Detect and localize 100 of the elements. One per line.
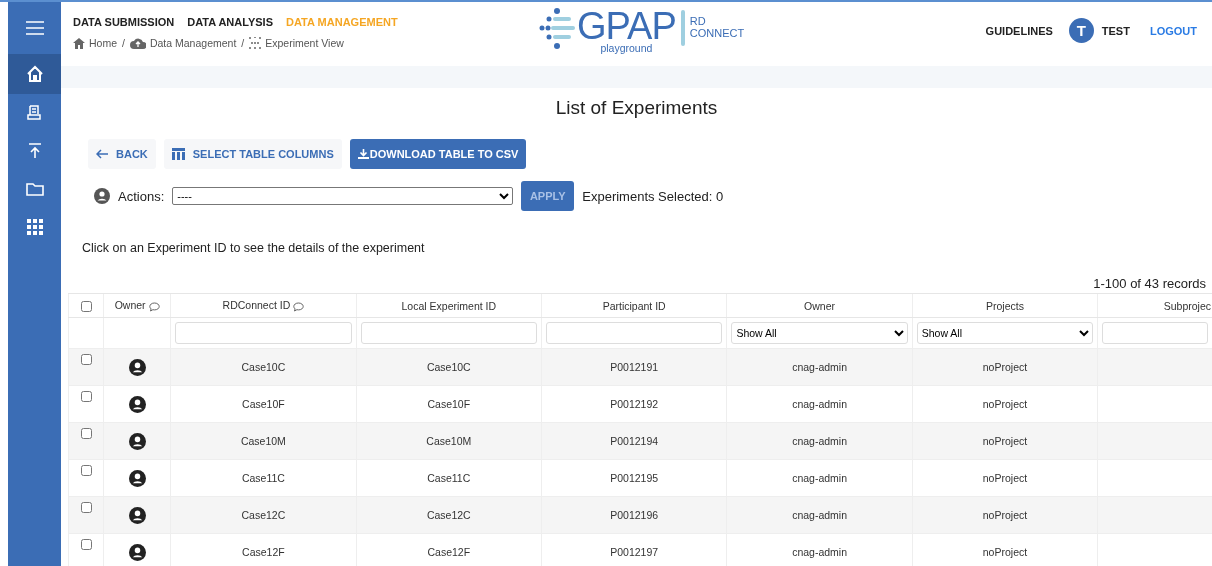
upload-icon — [26, 142, 43, 160]
filter-field[interactable] — [546, 322, 723, 344]
filter-dropdown[interactable]: Show All — [916, 322, 1094, 344]
back-button[interactable]: BACK — [88, 139, 156, 169]
user-icon — [128, 506, 146, 524]
user-name: TEST — [1101, 24, 1130, 37]
table-cell: noProject — [982, 361, 1028, 373]
column-title: Owner — [804, 299, 836, 312]
column-title: Subprojec — [1163, 299, 1211, 312]
table-columns-icon — [171, 148, 185, 160]
table-cell: Case12F — [427, 546, 471, 559]
row-checkbox[interactable] — [80, 539, 92, 550]
records-count: 1-100 of 43 records — [1092, 276, 1207, 291]
nav-tab[interactable]: DATA SUBMISSION — [73, 16, 175, 28]
table-cell: Case10C — [241, 361, 286, 373]
table-cell: P0012195 — [610, 472, 659, 484]
column-header[interactable]: Projects — [912, 293, 1098, 318]
table-cell: P0012192 — [610, 398, 659, 410]
home-icon — [73, 37, 85, 49]
table-cell: Case10C — [426, 361, 471, 373]
column-header[interactable]: Owner — [726, 293, 913, 318]
column-header[interactable]: Local Experiment ID — [356, 293, 542, 318]
user-icon — [128, 432, 146, 450]
comment-icon — [148, 301, 160, 312]
home-icon — [25, 65, 44, 83]
arrow-left-icon — [96, 149, 108, 159]
filter-dropdown[interactable]: Show All — [731, 322, 908, 344]
nav-tab[interactable]: DATA ANALYSIS — [187, 16, 273, 28]
logo-wordmark: GPAP — [577, 7, 676, 45]
filter-field[interactable] — [175, 322, 352, 344]
clipboard-icon — [25, 104, 44, 122]
apps-grid-icon — [26, 219, 43, 235]
table-cell: cnag-admin — [792, 398, 847, 410]
column-title: Owner — [114, 299, 146, 312]
table-cell: cnag-admin — [792, 509, 847, 521]
column-title: Participant ID — [602, 299, 666, 312]
download-icon — [357, 149, 369, 159]
table-cell: Case12C — [426, 509, 471, 521]
table-cell: noProject — [982, 435, 1028, 447]
row-checkbox[interactable] — [80, 428, 92, 439]
row-checkbox[interactable] — [80, 354, 92, 365]
breadcrumb-separator: / — [122, 37, 125, 49]
logo-mark-icon — [539, 7, 575, 51]
table-cell: cnag-admin — [792, 472, 847, 484]
row-checkbox[interactable] — [80, 465, 92, 476]
row-checkbox[interactable] — [80, 502, 92, 513]
column-title: Projects — [986, 299, 1024, 312]
breadcrumb-separator: / — [241, 37, 245, 49]
selected-count: Experiments Selected: 0 — [582, 188, 724, 204]
menu-icon — [25, 21, 44, 35]
table-cell: P0012194 — [610, 435, 659, 447]
actions-dropdown[interactable]: ---- — [172, 187, 514, 205]
logout-link[interactable]: LOGOUT — [1149, 24, 1197, 37]
logo-subtitle: playground — [600, 42, 653, 54]
user-icon — [128, 395, 146, 413]
column-header[interactable]: Participant ID — [541, 293, 727, 318]
filter-field[interactable] — [360, 322, 537, 344]
user-icon — [128, 543, 146, 561]
table-cell: noProject — [982, 398, 1028, 410]
select-columns-button[interactable]: SELECT TABLE COLUMNS — [163, 139, 342, 169]
comment-icon — [293, 301, 305, 312]
sidebar-item[interactable] — [8, 54, 61, 94]
table-cell: cnag-admin — [792, 361, 847, 373]
logo-text: CONNECT — [689, 27, 745, 39]
cloud-icon — [129, 37, 146, 49]
filter-field[interactable] — [1102, 322, 1208, 344]
table-cell: cnag-admin — [792, 435, 847, 447]
download-csv-button[interactable]: DOWNLOAD TABLE TO CSV — [349, 139, 527, 169]
table-cell: Case10F — [427, 398, 471, 410]
table-cell: noProject — [982, 472, 1028, 484]
select-all-checkbox[interactable] — [80, 300, 92, 312]
column-title: RDConnect ID — [222, 299, 291, 312]
user-avatar: T — [1068, 18, 1094, 43]
actions-label: Actions: — [118, 188, 165, 204]
column-header[interactable]: Subprojec — [1097, 293, 1212, 318]
column-header[interactable]: Owner — [103, 293, 171, 318]
table-cell: Case10M — [240, 435, 286, 447]
row-checkbox[interactable] — [80, 391, 92, 402]
table-cell: Case12F — [242, 546, 285, 559]
user-icon — [128, 469, 146, 487]
table-cell: noProject — [982, 546, 1028, 559]
table-cell: P0012191 — [610, 361, 659, 373]
user-icon — [94, 188, 110, 204]
table-cell: P0012196 — [610, 509, 659, 521]
table-cell: Case11C — [241, 472, 285, 484]
table-cell: cnag-admin — [792, 546, 847, 559]
table-cell: Case12C — [241, 509, 286, 521]
breadcrumb-link[interactable]: Home — [73, 37, 117, 49]
logo-divider — [680, 10, 685, 46]
guidelines-link[interactable]: GUIDELINES — [985, 24, 1053, 37]
column-header[interactable]: RDConnect ID — [170, 293, 357, 318]
column-title: Local Experiment ID — [401, 299, 497, 312]
dots-icon — [249, 37, 262, 49]
logo-text: RD — [689, 15, 707, 27]
table-cell: Case11C — [427, 472, 471, 484]
user-icon — [128, 358, 146, 376]
page-title: List of Experiments — [554, 97, 719, 119]
folder-icon — [25, 181, 44, 197]
breadcrumb-link[interactable]: Data Management — [129, 37, 237, 49]
breadcrumb-link[interactable]: Experiment View — [249, 37, 344, 49]
